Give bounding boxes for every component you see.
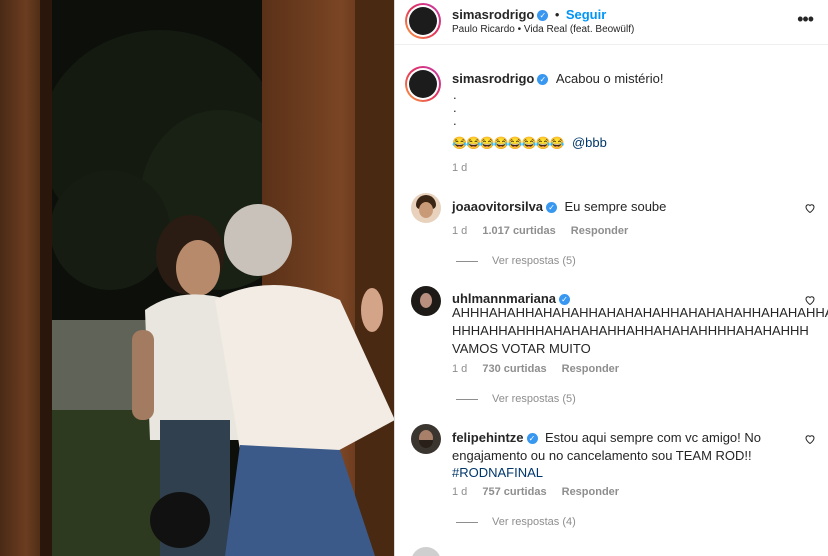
- view-replies-button[interactable]: Ver respostas (5): [456, 255, 576, 267]
- comment-username[interactable]: joaaovitorsilva: [452, 199, 543, 214]
- comment-text: Estou aqui sempre com vc amigo! No: [544, 430, 762, 445]
- mention-link[interactable]: @bbb: [572, 135, 607, 150]
- comment-age: 1 d: [452, 486, 468, 498]
- comment-text: Eu sempre soube: [564, 199, 667, 214]
- like-heart-icon[interactable]: [804, 202, 816, 214]
- caption-emoji-line: 😂😂😂😂😂😂😂😂 @bbb: [452, 134, 607, 152]
- comment: felipehintze ✓ Estou aqui sempre com vc a…: [452, 429, 761, 447]
- commenter-avatar[interactable]: [411, 547, 441, 556]
- commenter-avatar[interactable]: [411, 286, 441, 316]
- caption: simasrodrigo ✓ Acabou o mistério!: [452, 70, 663, 88]
- comment-age: 1 d: [452, 363, 468, 375]
- verified-badge-icon: ✓: [526, 433, 538, 444]
- post-header: simasrodrigo ✓ • Seguir Paulo Ricardo • V…: [395, 0, 828, 45]
- caption-text: Acabou o mistério!: [555, 71, 664, 86]
- comment-age: 1 d: [452, 225, 468, 237]
- commenter-avatar[interactable]: [411, 424, 441, 454]
- comment: joaaovitorsilva ✓ Eu sempre soube: [452, 198, 666, 216]
- view-replies-button[interactable]: Ver respostas (4): [456, 516, 576, 528]
- post-video[interactable]: [0, 0, 394, 556]
- comment-text-continued: engajamento ou no cancelamento sou TEAM …: [452, 448, 752, 481]
- comment-text: AHHHAHAHHAHAHAHHAHAHAHAHHAHAHAHAHHAHAHAH…: [452, 305, 828, 356]
- more-horizontal-icon[interactable]: •••: [797, 10, 814, 28]
- post-details-panel: simasrodrigo ✓ • Seguir Paulo Ricardo • V…: [394, 0, 828, 556]
- verified-badge-icon: ✓: [537, 10, 549, 21]
- comment-meta: 1 d 730 curtidas Responder: [452, 363, 631, 375]
- author-avatar[interactable]: [405, 3, 441, 39]
- author-username[interactable]: simasrodrigo: [452, 7, 534, 22]
- verified-badge-icon: ✓: [537, 74, 549, 85]
- like-heart-icon[interactable]: [804, 433, 816, 445]
- caption-avatar[interactable]: [405, 66, 441, 102]
- reply-button[interactable]: Responder: [571, 225, 628, 237]
- comment-likes[interactable]: 1.017 curtidas: [482, 225, 555, 237]
- comment-likes[interactable]: 757 curtidas: [482, 486, 546, 498]
- view-replies-button[interactable]: Ver respostas (5): [456, 393, 576, 405]
- like-heart-icon[interactable]: [804, 294, 816, 306]
- caption-age: 1 d: [452, 162, 468, 174]
- comment-likes[interactable]: 730 curtidas: [482, 363, 546, 375]
- comment-meta: 1 d 1.017 curtidas Responder: [452, 225, 640, 237]
- verified-badge-icon: ✓: [546, 202, 558, 213]
- caption-dots: . . .: [453, 87, 457, 128]
- hashtag-link[interactable]: #RODNAFINAL: [452, 464, 752, 481]
- reply-button[interactable]: Responder: [562, 363, 619, 375]
- follow-button[interactable]: Seguir: [566, 7, 606, 22]
- separator-dot: •: [554, 7, 560, 22]
- caption-username[interactable]: simasrodrigo: [452, 71, 534, 86]
- video-frame: [0, 0, 394, 556]
- comment-meta: 1 d 757 curtidas Responder: [452, 486, 631, 498]
- reply-button[interactable]: Responder: [562, 486, 619, 498]
- audio-track[interactable]: Paulo Ricardo • Vida Real (feat. Beowülf…: [452, 24, 634, 35]
- comment-username[interactable]: felipehintze: [452, 430, 524, 445]
- commenter-avatar[interactable]: [411, 193, 441, 223]
- laughing-emojis: 😂😂😂😂😂😂😂😂: [452, 136, 565, 150]
